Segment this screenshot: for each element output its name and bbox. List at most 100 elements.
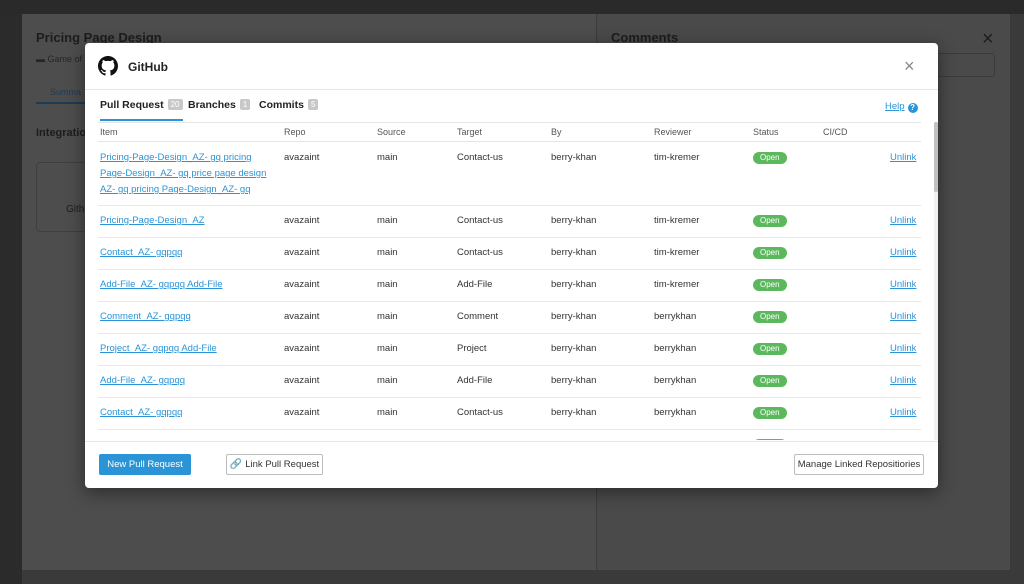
table-row: Pricing-Page-Design_AZ avazaint main Contac… — [98, 206, 921, 238]
new-pull-request-button[interactable]: New Pull Request — [99, 454, 191, 475]
unlink-link[interactable]: Unlink — [890, 311, 916, 322]
column-header-cicd: CI/CD — [823, 127, 848, 137]
reviewer-cell: tim-kremer — [654, 279, 700, 290]
status-badge: Open — [753, 311, 787, 323]
unlink-link[interactable]: Unlink — [890, 152, 916, 163]
repo-cell: avazaint — [284, 279, 320, 290]
source-cell: main — [377, 439, 398, 440]
table-row: Add-File_AZ- gqpqq avazaint main Add-File be… — [98, 366, 921, 398]
table-scrollbar[interactable] — [934, 122, 938, 440]
author-cell: berry-khan — [551, 215, 597, 226]
pull-request-item-link[interactable]: Pricing-Page-Design_AZ- gq pricing Page-… — [100, 150, 272, 198]
repo-cell: avazaint — [284, 247, 320, 258]
background-github-card-label: Gith — [66, 204, 85, 215]
background-topbar — [0, 0, 1024, 14]
pull-request-item-link[interactable]: Add-File_AZ- gqpqq — [100, 373, 272, 389]
unlink-link[interactable]: Unlink — [890, 343, 916, 354]
source-cell: main — [377, 247, 398, 258]
repo-cell: avazaint — [284, 439, 319, 440]
help-icon: ? — [907, 103, 918, 113]
reviewer-cell: berrykhan — [654, 343, 697, 354]
source-cell: main — [377, 407, 398, 418]
reviewer-cell: berrykhan — [654, 375, 697, 386]
table-row: Pricing-Page-Design_AZ- gq pricing Page-… — [98, 143, 921, 206]
column-header-source: Source — [377, 127, 406, 137]
source-cell: main — [377, 343, 398, 354]
tab-count-badge: 5 — [307, 99, 319, 110]
unlink-link[interactable]: Unlink — [890, 279, 916, 290]
tab-commits[interactable]: Commits 5 — [259, 99, 319, 121]
target-cell: Contact-us — [457, 439, 503, 440]
status-badge: Open — [753, 279, 787, 291]
reviewer-cell: tim-kremer — [654, 152, 700, 163]
modal-header: GitHub × — [85, 43, 938, 90]
repo-cell: avazaint — [284, 152, 320, 163]
status-badge: Open — [753, 439, 787, 440]
status-badge: Open — [753, 407, 787, 419]
target-cell: Add-File — [457, 279, 493, 290]
status-badge: Open — [753, 343, 787, 355]
unlink-link[interactable]: Unlink — [890, 407, 916, 418]
background-integrations-label: Integratio — [36, 127, 87, 139]
unlink-link[interactable]: Unlink — [890, 215, 916, 226]
background-subtitle: ▬ Game of — [36, 54, 82, 64]
column-header-target: Target — [457, 127, 483, 137]
tab-label: Commits — [259, 99, 304, 111]
author-cell: berry-khan — [551, 311, 597, 322]
source-cell: main — [377, 311, 398, 322]
column-header-status: Status — [753, 127, 779, 137]
author-cell: berry-khan — [551, 343, 597, 354]
status-badge: Open — [753, 375, 787, 387]
background-subtitle-text: Game of — [47, 54, 83, 64]
pull-request-item-link[interactable]: Project_AZ- gqpqq Add-File — [100, 341, 272, 357]
column-header-by: By — [551, 127, 562, 137]
repo-cell: avazaint — [284, 311, 320, 322]
author-cell: berry-khan — [551, 247, 597, 258]
modal-title: GitHub — [128, 60, 168, 74]
github-icon — [98, 56, 118, 76]
reviewer-cell: tim-kremer — [654, 215, 700, 226]
column-header-repo: Repo — [284, 127, 306, 137]
scrollbar-thumb[interactable] — [934, 122, 938, 192]
column-header-reviewer: Reviewer — [654, 127, 692, 137]
tab-count-badge: 1 — [239, 99, 251, 110]
link-pull-request-button[interactable]: 🔗 Link Pull Request — [226, 454, 323, 475]
tab-pull-request[interactable]: Pull Request 20 — [100, 99, 183, 121]
unlink-link[interactable]: Unlink — [890, 375, 916, 386]
pull-request-item-link[interactable]: Comment_AZ- gqpqq — [100, 309, 272, 325]
author-cell: berry-khan — [551, 407, 597, 418]
reviewer-cell: berrykhan — [654, 439, 696, 440]
help-link[interactable]: Help? — [885, 101, 918, 113]
column-header-item: Item — [100, 127, 118, 137]
pull-request-item-link[interactable]: Contact_AZ- gqpqq — [100, 405, 272, 421]
background-comment-input — [936, 53, 995, 77]
target-cell: Contact-us — [457, 152, 503, 163]
pull-request-item-link[interactable]: Contact_AZ- gqpqq — [100, 245, 272, 261]
help-label: Help — [885, 101, 905, 112]
source-cell: main — [377, 375, 398, 386]
unlink-link[interactable]: Unlink — [890, 247, 916, 258]
repo-cell: avazaint — [284, 375, 320, 386]
table-row: Add-File_AZ- gqpqq Add-File avazaint main A… — [98, 270, 921, 302]
close-icon[interactable]: × — [904, 57, 915, 75]
modal-footer: New Pull Request 🔗 Link Pull Request Mana… — [85, 441, 938, 488]
author-cell: berry-khan — [551, 152, 597, 163]
target-cell: Project — [457, 343, 487, 354]
table-row: Contact_AZ- gqpqq avazaint main Contact-us b… — [98, 398, 921, 430]
status-badge: Open — [753, 152, 787, 164]
repo-cell: avazaint — [284, 343, 320, 354]
author-cell: berry-khan — [551, 279, 597, 290]
pull-request-item-link[interactable]: Pricing-Page_AZ- gqpqq — [100, 437, 272, 440]
pull-request-item-link[interactable]: Pricing-Page-Design_AZ — [100, 213, 272, 229]
link-icon: 🔗 — [229, 459, 243, 470]
background-tab-summary: Summa — [50, 87, 82, 97]
status-badge: Open — [753, 247, 787, 259]
pull-request-item-link[interactable]: Add-File_AZ- gqpqq Add-File — [100, 277, 272, 293]
link-pull-request-label: Link Pull Request — [245, 459, 320, 470]
unlink-link[interactable]: Unlink — [890, 439, 916, 440]
table-row: Project_AZ- gqpqq Add-File avazaint main Pr… — [98, 334, 921, 366]
tab-branches[interactable]: Branches 1 — [188, 99, 251, 121]
manage-linked-repositories-button[interactable]: Manage Linked Repositiories — [794, 454, 924, 475]
repo-cell: avazaint — [284, 215, 320, 226]
folder-icon: ▬ — [36, 54, 48, 64]
